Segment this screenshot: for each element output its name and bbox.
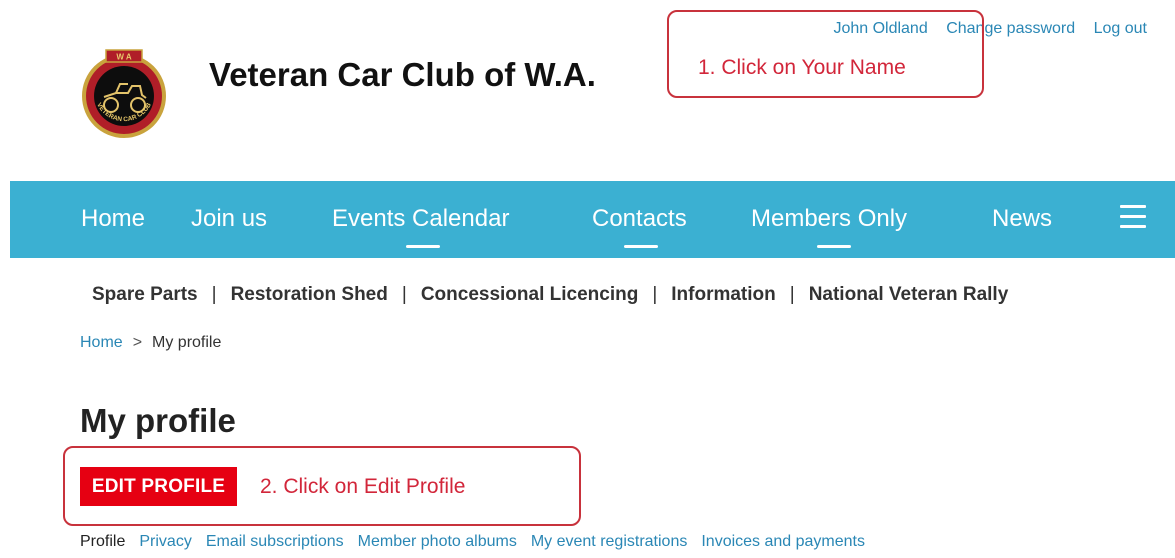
tab-privacy[interactable]: Privacy bbox=[139, 533, 191, 550]
annotation-step1-text: 1. Click on Your Name bbox=[698, 56, 906, 79]
members-only-dropdown-indicator bbox=[817, 245, 851, 248]
nav-item-members-only[interactable]: Members Only bbox=[751, 205, 907, 233]
breadcrumb-separator: > bbox=[132, 334, 143, 351]
subnav-separator: | bbox=[652, 284, 658, 305]
sub-nav: Spare Parts | Restoration Shed | Concessiona… bbox=[92, 284, 1008, 306]
subnav-national-veteran-rally[interactable]: National Veteran Rally bbox=[809, 284, 1009, 305]
subnav-concessional-licencing[interactable]: Concessional Licencing bbox=[421, 284, 639, 305]
nav-item-events-calendar[interactable]: Events Calendar bbox=[332, 205, 509, 233]
tab-profile[interactable]: Profile bbox=[80, 533, 125, 550]
nav-item-join-us[interactable]: Join us bbox=[191, 205, 267, 233]
main-nav: Home Join us Events Calendar Contacts Me… bbox=[10, 181, 1175, 258]
club-logo[interactable]: W A VETERAN CAR CLUB bbox=[80, 42, 168, 142]
site-title: Veteran Car Club of W.A. bbox=[209, 56, 596, 93]
club-logo-emblem: W A VETERAN CAR CLUB bbox=[82, 49, 166, 138]
edit-profile-button[interactable]: EDIT PROFILE bbox=[80, 467, 237, 506]
events-calendar-dropdown-indicator bbox=[406, 245, 440, 248]
breadcrumb-home[interactable]: Home bbox=[80, 334, 123, 351]
svg-text:W A: W A bbox=[116, 53, 131, 62]
nav-item-home[interactable]: Home bbox=[81, 205, 145, 233]
nav-item-contacts[interactable]: Contacts bbox=[592, 205, 687, 233]
breadcrumb-current: My profile bbox=[152, 334, 222, 351]
contacts-dropdown-indicator bbox=[624, 245, 658, 248]
log-out-link[interactable]: Log out bbox=[1094, 20, 1147, 37]
tab-invoices-and-payments[interactable]: Invoices and payments bbox=[701, 533, 865, 550]
nav-item-news[interactable]: News bbox=[992, 205, 1052, 233]
tab-member-photo-albums[interactable]: Member photo albums bbox=[358, 533, 517, 550]
tab-my-event-registrations[interactable]: My event registrations bbox=[531, 533, 688, 550]
page-title: My profile bbox=[80, 402, 236, 439]
subnav-separator: | bbox=[789, 284, 795, 305]
subnav-restoration-shed[interactable]: Restoration Shed bbox=[231, 284, 388, 305]
breadcrumb: Home > My profile bbox=[80, 334, 221, 352]
tab-email-subscriptions[interactable]: Email subscriptions bbox=[206, 533, 344, 550]
subnav-separator: | bbox=[401, 284, 407, 305]
subnav-spare-parts[interactable]: Spare Parts bbox=[92, 284, 198, 305]
annotation-box-step1 bbox=[667, 10, 984, 98]
profile-tabs: Profile Privacy Email subscriptions Member … bbox=[80, 533, 879, 551]
annotation-step2-text: 2. Click on Edit Profile bbox=[260, 475, 466, 498]
hamburger-icon[interactable] bbox=[1120, 205, 1146, 235]
subnav-information[interactable]: Information bbox=[671, 284, 776, 305]
subnav-separator: | bbox=[211, 284, 217, 305]
